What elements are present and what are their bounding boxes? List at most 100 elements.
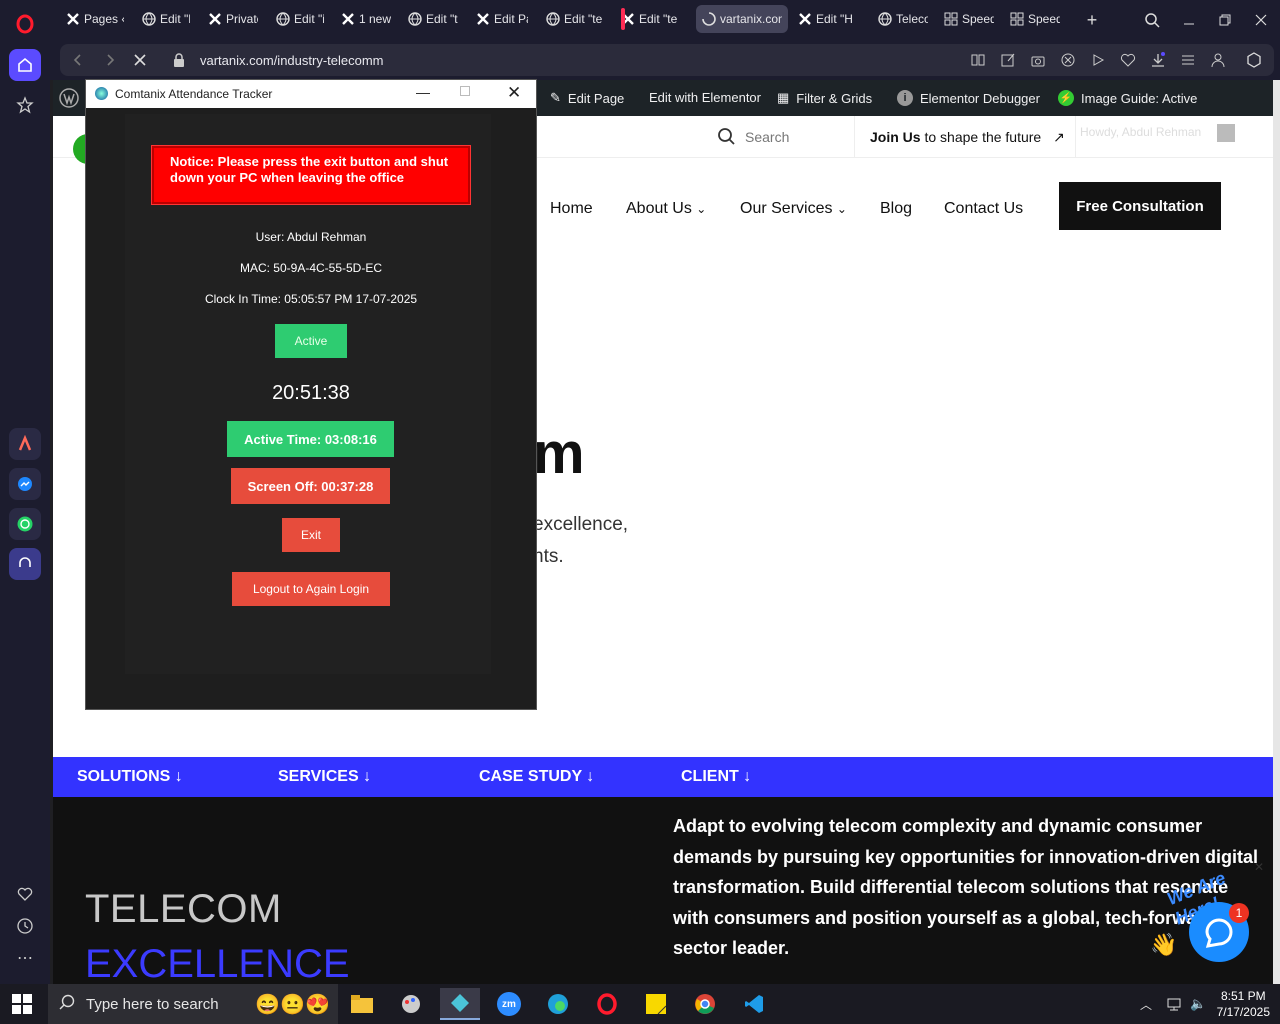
band-solutions[interactable]: SOLUTIONS ↓ (77, 768, 183, 786)
tab-8[interactable]: Edit "te (615, 5, 689, 33)
site-search[interactable]: Search (703, 116, 855, 158)
chrome-icon[interactable] (685, 988, 725, 1020)
adblock-icon[interactable] (1060, 52, 1076, 68)
minimize-icon[interactable] (1177, 8, 1201, 32)
taskbar-clock[interactable]: 8:51 PM 7/17/2025 (1217, 988, 1270, 1020)
back-icon[interactable] (70, 52, 86, 68)
easy-setup-icon[interactable] (1180, 52, 1196, 68)
new-tab-button[interactable]: + (1080, 8, 1104, 32)
tab-label: Pages ‹ (84, 12, 124, 26)
admin-image-guide[interactable]: ⚡ Image Guide: Active (1058, 90, 1197, 106)
nav-our-services[interactable]: Our Services ⌄ (740, 200, 847, 218)
network-icon[interactable] (1166, 996, 1182, 1017)
windows-start-icon[interactable] (12, 994, 32, 1019)
extensions-icon[interactable] (1246, 52, 1262, 68)
attendance-tracker-taskbar-icon[interactable] (440, 988, 480, 1020)
edit-icon[interactable] (1000, 52, 1016, 68)
search-icon (717, 127, 735, 148)
download-icon[interactable] (1150, 52, 1166, 68)
whatsapp-icon[interactable] (9, 508, 41, 540)
star-icon[interactable] (9, 89, 41, 121)
tab-11[interactable]: Telecor (872, 5, 934, 33)
info-icon: i (897, 90, 913, 106)
tab-0[interactable]: Pages ‹ (60, 5, 130, 33)
howdy-text[interactable]: Howdy, Abdul Rehman (1080, 125, 1201, 139)
maximize-icon (460, 86, 470, 96)
nav-contact-us[interactable]: Contact Us (944, 200, 1023, 218)
more-icon[interactable]: ⋯ (9, 942, 41, 974)
free-consultation-button[interactable]: Free Consultation (1059, 182, 1221, 230)
logout-button[interactable]: Logout to Again Login (232, 572, 390, 606)
opera-logo-icon[interactable] (9, 8, 41, 40)
tab-13[interactable]: Speed (1004, 5, 1066, 33)
taskbar: Type here to search 😄😐😍 zm ︿ 🔈 8:51 PM 7/1… (0, 984, 1280, 1024)
camera-icon[interactable] (1030, 52, 1046, 68)
tab-5[interactable]: Edit "te (402, 5, 464, 33)
chevron-down-icon: ⌄ (836, 202, 847, 216)
edge-icon[interactable] (538, 988, 578, 1020)
admin-elementor-debugger[interactable]: i Elementor Debugger (897, 90, 1040, 106)
search-tabs-icon[interactable] (1140, 8, 1164, 32)
wordpress-logo-icon[interactable] (59, 88, 79, 108)
lock-icon[interactable] (172, 52, 188, 68)
hero-text-line-2: nts. (533, 546, 564, 567)
zoom-icon[interactable]: zm (489, 988, 529, 1020)
app-icon (95, 87, 108, 100)
hero-title-fragment: m (533, 421, 585, 486)
sticky-notes-icon[interactable] (636, 988, 676, 1020)
band-client[interactable]: CLIENT ↓ (681, 768, 751, 786)
page-scrollbar[interactable] (1273, 80, 1280, 984)
chat-close-icon[interactable]: ✕ (1254, 860, 1264, 874)
status-badge: Active (275, 324, 347, 358)
band-services[interactable]: SERVICES ↓ (278, 768, 371, 786)
minimize-icon[interactable]: — (416, 84, 430, 100)
volume-icon[interactable]: 🔈 (1190, 996, 1206, 1012)
file-explorer-icon[interactable] (342, 988, 382, 1020)
tab-label: Edit "El (160, 12, 190, 26)
tab-2[interactable]: Private (202, 5, 264, 33)
active-time-display: Active Time: 03:08:16 (227, 421, 394, 457)
reader-icon[interactable] (970, 52, 986, 68)
admin-filter-grids[interactable]: ▦ Filter & Grids (777, 90, 872, 106)
vscode-icon[interactable] (734, 988, 774, 1020)
tab-10[interactable]: Edit "H (792, 5, 866, 33)
chevron-down-icon: ⌄ (696, 202, 707, 216)
tab-6[interactable]: Edit Pa (470, 5, 534, 33)
tab-9[interactable]: vartanix.com/ (696, 5, 788, 33)
stop-loading-icon[interactable] (132, 52, 148, 68)
music-player-icon[interactable] (9, 548, 41, 580)
tab-4[interactable]: 1 new (335, 5, 397, 33)
opera-icon[interactable] (587, 988, 627, 1020)
tab-3[interactable]: Edit "in (270, 5, 330, 33)
forward-icon[interactable] (102, 52, 118, 68)
exit-button[interactable]: Exit (282, 518, 340, 552)
history-icon[interactable] (9, 910, 41, 942)
admin-edit-page[interactable]: ✎ Edit Page (550, 90, 624, 106)
tab-12[interactable]: Speed (938, 5, 1000, 33)
flow-icon[interactable] (1090, 52, 1106, 68)
paint-app-icon[interactable] (391, 988, 431, 1020)
tab-1[interactable]: Edit "El (136, 5, 196, 33)
tray-chevron-icon[interactable]: ︿ (1140, 996, 1152, 1013)
globe-icon (142, 12, 156, 26)
band-case-study[interactable]: CASE STUDY ↓ (479, 768, 594, 786)
close-window-icon[interactable] (1249, 8, 1273, 32)
nav-blog[interactable]: Blog (880, 200, 912, 218)
home-icon[interactable] (9, 49, 41, 81)
nav-about-us[interactable]: About Us ⌄ (626, 200, 706, 218)
admin-edit-elementor[interactable]: Edit with Elementor (649, 90, 761, 105)
current-time: 20:51:38 (272, 382, 350, 404)
aria-icon[interactable] (9, 428, 41, 460)
taskbar-search[interactable]: Type here to search 😄😐😍 (48, 984, 338, 1024)
profile-icon[interactable] (1210, 52, 1226, 68)
bookmark-heart-icon[interactable] (1120, 52, 1136, 68)
avatar[interactable] (1217, 124, 1235, 142)
url-input[interactable]: vartanix.com/industry-telecomm (200, 53, 384, 68)
join-us-link[interactable]: Join Us to shape the future ↗ (870, 129, 1065, 146)
restore-icon[interactable] (1213, 8, 1237, 32)
nav-home[interactable]: Home (550, 200, 593, 218)
close-icon[interactable]: ✕ (507, 83, 521, 103)
tab-7[interactable]: Edit "te (540, 5, 610, 33)
messenger-icon[interactable] (9, 468, 41, 500)
heart-icon[interactable] (9, 878, 41, 910)
